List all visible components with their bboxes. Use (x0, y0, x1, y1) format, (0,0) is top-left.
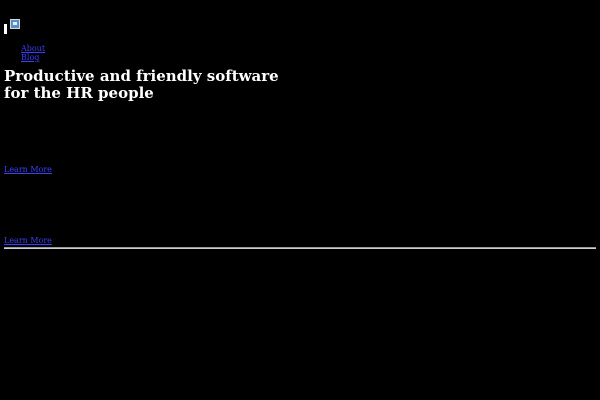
learn-more-link[interactable]: Learn More (4, 165, 52, 174)
divider (4, 247, 596, 249)
main-nav: About Blog (21, 41, 45, 62)
broken-image-icon[interactable] (10, 19, 20, 29)
learn-more-link[interactable]: Learn More (4, 236, 52, 245)
hero-headline-line2: for the HR people (4, 84, 154, 102)
nav-link-blog[interactable]: Blog (21, 53, 39, 62)
hero-headline: Productive and friendly software for the … (4, 68, 304, 102)
logo-mark (4, 24, 7, 34)
hero-headline-line1: Productive and friendly software (4, 67, 279, 85)
nav-item-about: About (21, 41, 45, 53)
